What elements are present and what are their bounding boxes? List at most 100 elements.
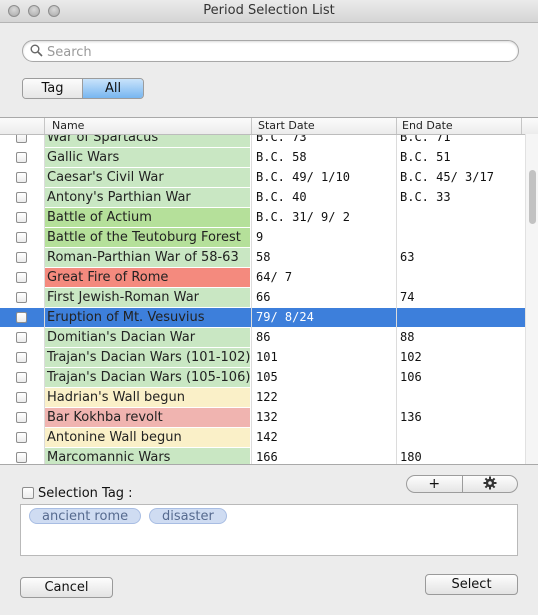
row-name: Trajan's Dacian Wars (105-106) [44, 368, 250, 387]
table-row[interactable]: Gallic Wars B.C. 58 B.C. 51 [0, 148, 525, 168]
table-row[interactable]: First Jewish-Roman War 66 74 [0, 288, 525, 308]
row-start-date: 122 [256, 390, 278, 404]
filter-segmented-control[interactable]: Tag All [22, 78, 144, 99]
row-end-date: B.C. 33 [400, 190, 451, 204]
tag-action-buttons: + [406, 475, 518, 493]
column-header-name[interactable]: Name [52, 119, 84, 132]
row-checkbox[interactable] [16, 312, 27, 323]
window-title: Period Selection List [203, 3, 335, 18]
row-name: First Jewish-Roman War [44, 288, 250, 307]
table-row[interactable]: Antonine Wall begun 142 [0, 428, 525, 448]
row-checkbox[interactable] [16, 412, 27, 423]
row-start-date: 79/ 8/24 [256, 310, 314, 324]
row-start-date: 58 [256, 250, 271, 264]
row-name: Trajan's Dacian Wars (101-102) [44, 348, 250, 367]
title-bar: Period Selection List [0, 0, 538, 23]
vertical-scrollbar[interactable] [525, 134, 538, 464]
row-checkbox[interactable] [16, 232, 27, 243]
row-name: Battle of Actium [44, 208, 250, 227]
add-button[interactable]: + [407, 476, 463, 492]
column-header-start-date[interactable]: Start Date [258, 119, 315, 132]
search-input[interactable] [45, 42, 509, 62]
row-checkbox[interactable] [16, 292, 27, 303]
tag-token-field[interactable]: ancient rome disaster [20, 504, 518, 556]
row-end-date: 74 [400, 290, 415, 304]
row-end-date: 136 [400, 410, 422, 424]
row-name: Gallic Wars [44, 148, 250, 167]
table-header: Name Start Date End Date [0, 118, 538, 135]
selection-tag-checkbox[interactable] [22, 487, 34, 499]
tag-token[interactable]: disaster [149, 508, 227, 524]
row-checkbox[interactable] [16, 352, 27, 363]
row-end-date: B.C. 51 [400, 150, 451, 164]
row-name: Antony's Parthian War [44, 188, 250, 207]
row-checkbox[interactable] [16, 392, 27, 403]
row-start-date: 66 [256, 290, 271, 304]
row-checkbox[interactable] [16, 372, 27, 383]
row-start-date: B.C. 31/ 9/ 2 [256, 210, 350, 224]
search-field[interactable] [22, 40, 519, 62]
table-row[interactable]: Hadrian's Wall begun 122 [0, 388, 525, 408]
row-name: Bar Kokhba revolt [44, 408, 250, 427]
row-checkbox[interactable] [16, 452, 27, 463]
table-row[interactable]: Domitian's Dacian War 86 88 [0, 328, 525, 348]
row-start-date: B.C. 58 [256, 150, 307, 164]
table-row[interactable]: Trajan's Dacian Wars (105-106) 105 106 [0, 368, 525, 388]
row-name: Caesar's Civil War [44, 168, 250, 187]
row-end-date: 102 [400, 350, 422, 364]
row-name: Battle of the Teutoburg Forest [44, 228, 250, 247]
row-name: Domitian's Dacian War [44, 328, 250, 347]
row-end-date: 106 [400, 370, 422, 384]
row-end-date: B.C. 45/ 3/17 [400, 170, 494, 184]
row-start-date: 105 [256, 370, 278, 384]
table-row[interactable]: Bar Kokhba revolt 132 136 [0, 408, 525, 428]
row-start-date: B.C. 49/ 1/10 [256, 170, 350, 184]
row-end-date: 88 [400, 330, 415, 344]
row-checkbox[interactable] [16, 172, 27, 183]
row-name: Marcomannic Wars [44, 448, 250, 464]
row-end-date: 180 [400, 450, 422, 464]
row-checkbox[interactable] [16, 212, 27, 223]
selection-tag-checkbox-row[interactable]: Selection Tag : [22, 486, 133, 501]
all-segment[interactable]: All [83, 79, 143, 98]
row-checkbox[interactable] [16, 272, 27, 283]
row-name: Antonine Wall begun [44, 428, 250, 447]
table-row[interactable]: Eruption of Mt. Vesuvius 79/ 8/24 [0, 308, 525, 328]
row-checkbox[interactable] [16, 432, 27, 443]
row-start-date: 166 [256, 450, 278, 464]
table-row[interactable]: Battle of the Teutoburg Forest 9 [0, 228, 525, 248]
row-checkbox[interactable] [16, 152, 27, 163]
row-start-date: 64/ 7 [256, 270, 293, 284]
table-row[interactable]: Trajan's Dacian Wars (101-102) 101 102 [0, 348, 525, 368]
table-row[interactable]: Caesar's Civil War B.C. 49/ 1/10 B.C. 45/ … [0, 168, 525, 188]
row-start-date: 86 [256, 330, 271, 344]
table-row[interactable]: Roman-Parthian War of 58-63 58 63 [0, 248, 525, 268]
tag-segment[interactable]: Tag [23, 79, 83, 98]
row-checkbox[interactable] [16, 332, 27, 343]
row-start-date: 101 [256, 350, 278, 364]
tag-token[interactable]: ancient rome [29, 508, 142, 524]
row-start-date: B.C. 40 [256, 190, 307, 204]
table-body: War of Spartacus B.C. 73 B.C. 71 Gallic War… [0, 128, 525, 464]
scrollbar-thumb[interactable] [529, 170, 536, 224]
row-name: Great Fire of Rome [44, 268, 250, 287]
row-name: Eruption of Mt. Vesuvius [47, 310, 205, 325]
row-name: Roman-Parthian War of 58-63 [44, 248, 250, 267]
table-row[interactable]: Marcomannic Wars 166 180 [0, 448, 525, 464]
row-checkbox[interactable] [16, 252, 27, 263]
column-header-end-date[interactable]: End Date [402, 119, 453, 132]
table-row[interactable]: Great Fire of Rome 64/ 7 [0, 268, 525, 288]
gear-icon [483, 476, 497, 492]
row-checkbox[interactable] [16, 192, 27, 203]
selection-tag-label: Selection Tag : [38, 486, 133, 501]
table-row[interactable]: Antony's Parthian War B.C. 40 B.C. 33 [0, 188, 525, 208]
search-icon [30, 44, 43, 61]
settings-button[interactable] [463, 476, 518, 492]
row-start-date: 142 [256, 430, 278, 444]
table-row[interactable]: Battle of Actium B.C. 31/ 9/ 2 [0, 208, 525, 228]
select-button[interactable]: Select [425, 574, 518, 595]
row-name: Hadrian's Wall begun [44, 388, 250, 407]
period-table[interactable]: War of Spartacus B.C. 73 B.C. 71 Gallic War… [0, 117, 538, 465]
cancel-button[interactable]: Cancel [20, 577, 113, 598]
row-start-date: 9 [256, 230, 264, 244]
